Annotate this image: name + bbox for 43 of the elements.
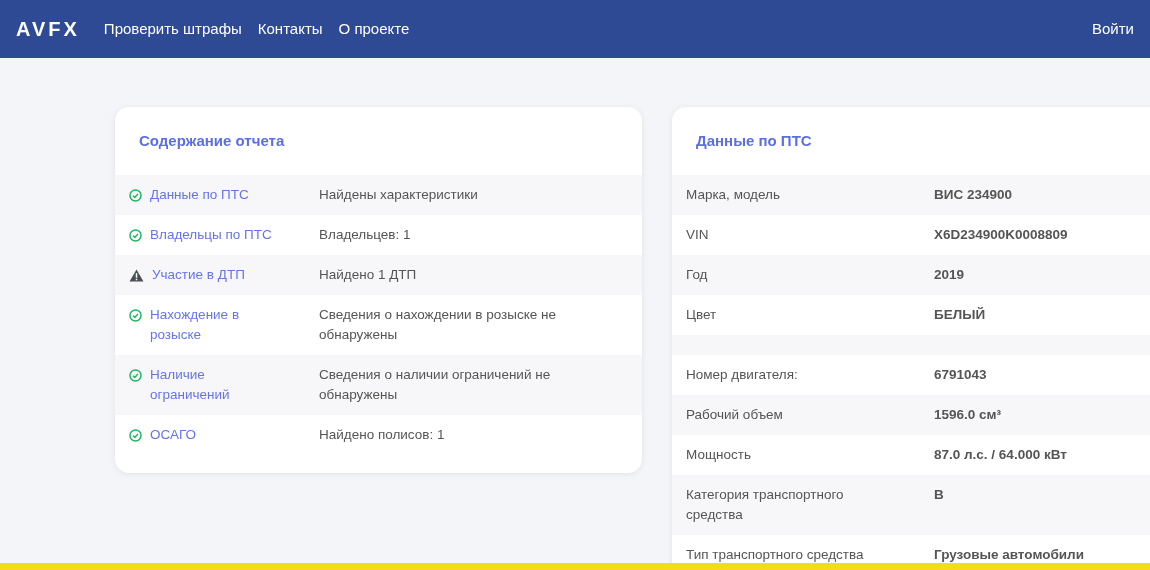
card-title: Данные по ПТС [695, 130, 813, 151]
field-label: Мощность [686, 446, 752, 464]
report-result: Найдено 1 ДТП [319, 266, 418, 284]
check-circle-icon [129, 428, 142, 442]
field-value: Грузовые автомобили [934, 546, 1084, 564]
report-result: Сведения о нахождении в розыске не обнаружены [319, 306, 557, 344]
report-section-link[interactable]: ОСАГО [150, 425, 278, 445]
field-value: 87.0 л.с. / 64.000 кВт [934, 446, 1067, 464]
field-label: Номер двигателя: [686, 366, 799, 384]
report-result: Сведения о наличии ограничений не обнаружены [319, 366, 552, 404]
field-label: Цвет [686, 306, 718, 324]
field-label: VIN [686, 226, 710, 244]
field-value: 6791043 [934, 366, 987, 384]
check-circle-icon [129, 228, 142, 242]
check-circle-icon [129, 308, 142, 322]
warning-triangle-icon [129, 268, 144, 282]
field-label: Рабочий объем [686, 406, 784, 424]
field-value: 2019 [934, 266, 965, 284]
card-title: Содержание отчета [138, 130, 286, 151]
check-circle-icon [129, 188, 142, 202]
nav-link[interactable]: Контакты [257, 17, 323, 41]
report-section-link[interactable]: Наличие ограничений [150, 365, 278, 405]
report-result: Найдено полисов: 1 [319, 426, 446, 444]
report-section-link[interactable]: Участие в ДТП [152, 265, 280, 285]
field-value: БЕЛЫЙ [934, 306, 986, 324]
login-link[interactable]: Войти [1092, 17, 1134, 41]
report-section-link[interactable]: Нахождение в розыске [150, 305, 278, 345]
report-section-link[interactable]: Данные по ПТС [150, 185, 278, 205]
report-result: Владельцев: 1 [319, 226, 412, 244]
report-result: Найдены характеристики [319, 186, 479, 204]
field-value: ВИС 234900 [934, 186, 1012, 204]
field-value: 1596.0 см³ [934, 406, 1002, 424]
site-logo[interactable]: AVFX [16, 14, 80, 44]
field-label: Год [686, 266, 709, 284]
field-label: Категория транспортного средства [686, 486, 845, 524]
report-section-link[interactable]: Владельцы по ПТС [150, 225, 278, 245]
nav-link[interactable]: Проверить штрафы [103, 17, 242, 41]
field-value: B [934, 486, 944, 504]
check-circle-icon [129, 368, 142, 382]
nav-link[interactable]: О проекте [338, 17, 410, 41]
field-label: Марка, модель [686, 186, 781, 204]
field-value: X6D234900K0008809 [934, 226, 1068, 244]
field-label: Тип транспортного средства [686, 546, 865, 564]
